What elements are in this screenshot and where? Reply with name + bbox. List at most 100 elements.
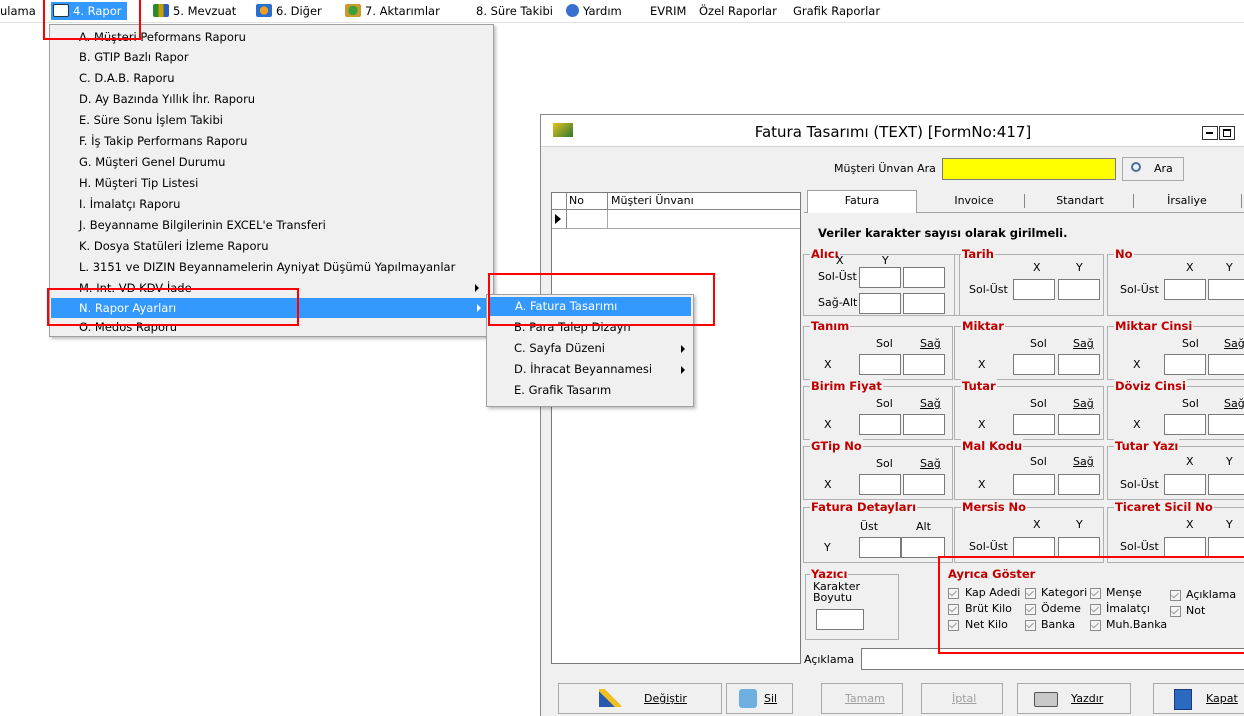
search-label: Müşteri Ünvan Ara: [834, 162, 936, 175]
window-titlebar: Fatura Tasarımı (TEXT) [FormNo:417]: [541, 115, 1244, 147]
menu-item-sure-takibi[interactable]: 8. Süre Takibi: [476, 3, 553, 19]
alici-solust-x-input[interactable]: [859, 267, 901, 288]
customer-grid[interactable]: No Müşteri Ünvanı: [551, 192, 801, 664]
menu-item-rapor[interactable]: 4. Rapor: [51, 2, 128, 20]
tutar-sol-input[interactable]: [1013, 414, 1055, 435]
no-x-input[interactable]: [1164, 279, 1206, 300]
mersis-x-input[interactable]: [1013, 537, 1055, 558]
doviz-cinsi-sol-input[interactable]: [1164, 414, 1206, 435]
tarih-x-input[interactable]: [1013, 279, 1055, 300]
doviz-cinsi-sag-input[interactable]: [1208, 414, 1244, 435]
no-y-input[interactable]: [1208, 279, 1244, 300]
miktar-sol-input[interactable]: [1013, 354, 1055, 375]
tab-invoice[interactable]: Invoice: [921, 191, 1027, 211]
iptal-button[interactable]: İptal: [921, 683, 1003, 714]
menu-item-uygulama[interactable]: ulama: [0, 3, 36, 19]
odeme-checkbox[interactable]: [1025, 604, 1036, 615]
tutar-yazi-y-input[interactable]: [1208, 474, 1244, 495]
menu-item-ihracat-beyannamesi[interactable]: D. İhracat Beyannamesi: [514, 360, 689, 379]
sil-button[interactable]: Sil: [726, 683, 793, 714]
menu-item-sure-sonu[interactable]: E. Süre Sonu İşlem Takibi: [79, 110, 489, 130]
birim-fiyat-sag-input[interactable]: [903, 414, 945, 435]
not-checkbox[interactable]: [1170, 606, 1181, 617]
mal-kodu-sag-input[interactable]: [1058, 474, 1100, 495]
menu-item-rapor-ayarlari[interactable]: N. Rapor Ayarları: [51, 298, 491, 318]
menu-item-ozel-raporlar[interactable]: Özel Raporlar: [699, 3, 777, 19]
menu-item-para-talep[interactable]: B. Para Talep Dizayn: [514, 318, 689, 337]
tanim-sol-input[interactable]: [859, 354, 901, 375]
karakter-boyutu-input[interactable]: [816, 609, 864, 630]
menu-item-grafik-raporlar[interactable]: Grafik Raporlar: [793, 3, 880, 19]
net-kilo-checkbox[interactable]: [948, 620, 959, 631]
menu-item-evrim[interactable]: EVRIM: [650, 3, 686, 19]
miktar-cinsi-sag-input[interactable]: [1208, 354, 1244, 375]
tamam-button[interactable]: Tamam: [821, 683, 903, 714]
menu-item-is-takip[interactable]: F. İş Takip Performans Raporu: [79, 131, 489, 151]
menu-item-musteri-tip[interactable]: H. Müşteri Tip Listesi: [79, 173, 489, 193]
kapat-button[interactable]: Kapat: [1153, 683, 1244, 714]
brut-kilo-checkbox[interactable]: [948, 604, 959, 615]
table-row[interactable]: [552, 210, 800, 229]
tutar-yazi-x-input[interactable]: [1164, 474, 1206, 495]
gtip-sag-input[interactable]: [903, 474, 945, 495]
alici-sagalt-y-input[interactable]: [903, 293, 945, 314]
aciklama-label: Açıklama: [804, 653, 855, 666]
menu-item-kdv-iade[interactable]: M. Int. VD KDV İade: [79, 278, 489, 298]
tutar-sag-input[interactable]: [1058, 414, 1100, 435]
yazdir-button[interactable]: Yazdır: [1017, 683, 1131, 714]
tarih-y-input[interactable]: [1058, 279, 1100, 300]
menu-item-musteri-performans[interactable]: A. Müşteri Peformans Raporu: [79, 27, 489, 47]
menu-item-yardim[interactable]: Yardım: [566, 3, 622, 19]
imalatci-checkbox[interactable]: [1090, 604, 1101, 615]
group-gtip-no: GTip No Sol Sağ X: [803, 439, 953, 500]
miktar-sag-input[interactable]: [1058, 354, 1100, 375]
degistir-button[interactable]: Değiştir: [558, 683, 722, 714]
menu-item-mevzuat[interactable]: 5. Mevzuat: [153, 3, 236, 19]
aciklama-checkbox[interactable]: [1170, 590, 1181, 601]
miktar-cinsi-sol-input[interactable]: [1164, 354, 1206, 375]
menu-item-ay-bazinda[interactable]: D. Ay Bazında Yıllık İhr. Raporu: [79, 89, 489, 109]
menu-item-excel-transfer[interactable]: J. Beyanname Bilgilerinin EXCEL'e Transf…: [79, 215, 489, 235]
mersis-y-input[interactable]: [1058, 537, 1100, 558]
group-tutar-yazi: Tutar Yazı X Y Sol-Üst: [1107, 439, 1244, 500]
tab-fatura[interactable]: Fatura: [807, 190, 917, 213]
minimize-button[interactable]: [1202, 126, 1218, 140]
fatura-detay-ust-input[interactable]: [859, 537, 901, 558]
mense-checkbox[interactable]: [1090, 588, 1101, 599]
search-input[interactable]: [942, 158, 1116, 180]
grid-header-unvan[interactable]: Müşteri Ünvanı: [611, 194, 694, 207]
menu-item-medos[interactable]: O. Medos Raporu: [79, 319, 489, 335]
group-tarih: Tarih X Y Sol-Üst: [954, 247, 1104, 316]
menu-item-musteri-genel[interactable]: G. Müşteri Genel Durumu: [79, 152, 489, 172]
menu-item-3151-dizin[interactable]: L. 3151 ve DIZIN Beyannamelerin Ayniyat …: [79, 257, 489, 277]
birim-fiyat-sol-input[interactable]: [859, 414, 901, 435]
kap-adedi-checkbox[interactable]: [948, 588, 959, 599]
mal-kodu-sol-input[interactable]: [1013, 474, 1055, 495]
maximize-button[interactable]: [1219, 126, 1235, 140]
aciklama-input[interactable]: [861, 648, 1244, 670]
grid-header-no[interactable]: No: [569, 194, 584, 207]
menu-item-imalatci[interactable]: I. İmalatçı Raporu: [79, 194, 489, 214]
tab-irsaliye[interactable]: İrsaliye: [1137, 191, 1237, 211]
gtip-sol-input[interactable]: [859, 474, 901, 495]
menu-item-grafik-tasarim[interactable]: E. Grafik Tasarım: [514, 381, 689, 400]
menu-item-gtip-bazli[interactable]: B. GTIP Bazlı Rapor: [79, 47, 489, 67]
alici-solust-y-input[interactable]: [903, 267, 945, 288]
menu-item-dab-raporu[interactable]: C. D.A.B. Raporu: [79, 68, 489, 88]
tab-standart[interactable]: Standart: [1028, 191, 1132, 211]
muh-banka-checkbox[interactable]: [1090, 620, 1101, 631]
menu-item-sayfa-duzeni[interactable]: C. Sayfa Düzeni: [514, 339, 689, 358]
alici-sagalt-x-input[interactable]: [859, 293, 901, 314]
menu-item-fatura-tasarimi[interactable]: A. Fatura Tasarımı: [488, 297, 691, 316]
ticaret-sicil-x-input[interactable]: [1164, 537, 1206, 558]
banka-checkbox[interactable]: [1025, 620, 1036, 631]
kategori-checkbox[interactable]: [1025, 588, 1036, 599]
menu-item-aktarimlar[interactable]: 7. Aktarımlar: [345, 3, 440, 19]
fatura-tasarimi-window: Fatura Tasarımı (TEXT) [FormNo:417] Müşt…: [540, 114, 1244, 716]
menu-item-diger[interactable]: 6. Diğer: [256, 3, 322, 19]
ticaret-sicil-y-input[interactable]: [1208, 537, 1244, 558]
search-button[interactable]: Ara: [1122, 157, 1184, 181]
fatura-detay-alt-input[interactable]: [901, 537, 945, 558]
menu-item-dosya-statuleri[interactable]: K. Dosya Statüleri İzleme Raporu: [79, 236, 489, 256]
tanim-sag-input[interactable]: [903, 354, 945, 375]
